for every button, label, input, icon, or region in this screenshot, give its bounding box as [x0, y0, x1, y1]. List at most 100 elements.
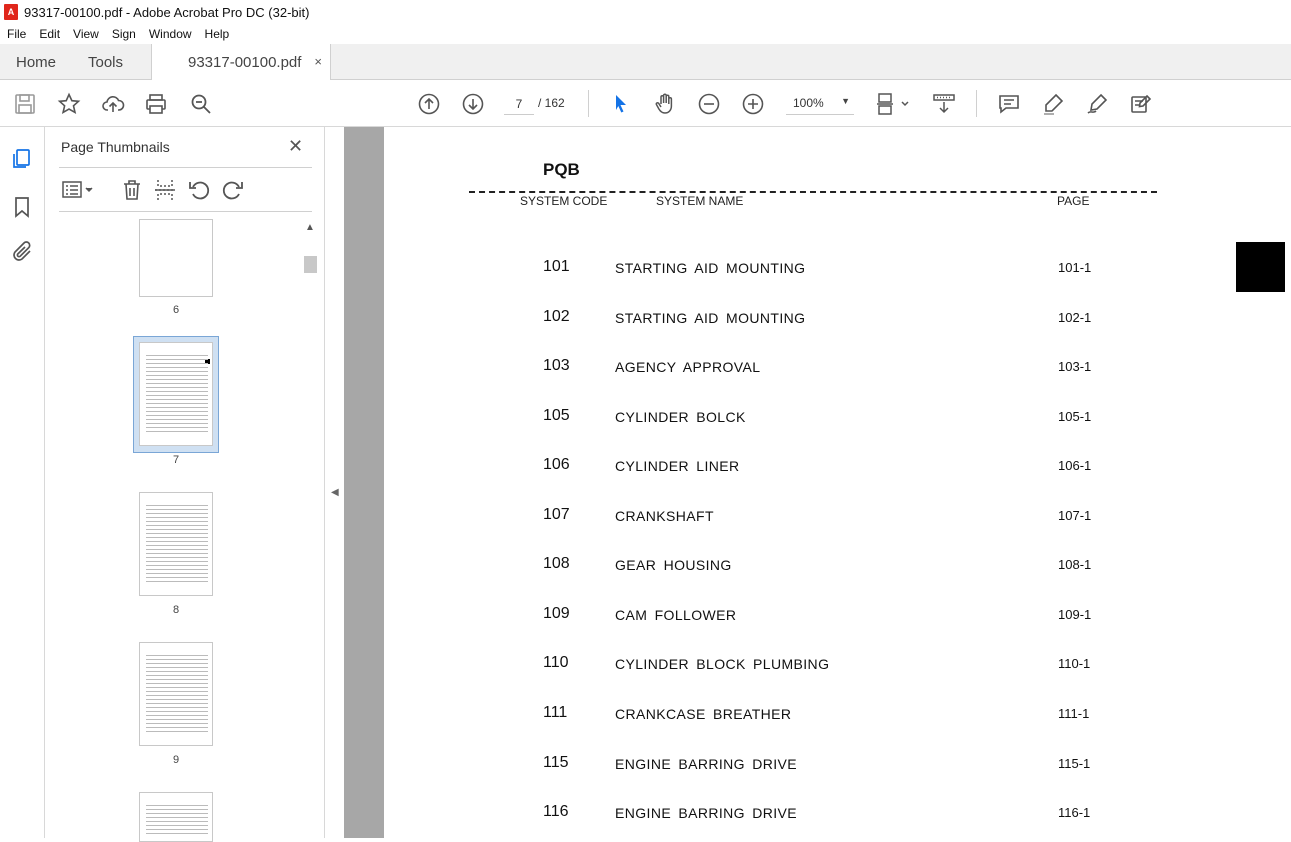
hand-tool-icon[interactable] [653, 92, 677, 116]
tab-bar: Home Tools 93317-00100.pdf × [0, 44, 1291, 80]
page-display-icon[interactable] [876, 92, 912, 116]
row-code: 107 [543, 505, 570, 523]
menu-file[interactable]: File [0, 27, 32, 41]
tab-tools[interactable]: Tools [88, 44, 123, 80]
menu-sign[interactable]: Sign [105, 27, 142, 41]
highlight-pen-icon[interactable] [1041, 92, 1065, 116]
row-code: 115 [543, 753, 569, 771]
table-row: 115 ENGINE BARRING DRIVE 115-1 [384, 754, 1291, 776]
row-code: 116 [543, 803, 569, 821]
close-panel-icon[interactable]: ✕ [288, 136, 303, 157]
table-row: 103 AGENCY APPROVAL 103-1 [384, 357, 1291, 379]
thumbnail-page-7[interactable] [139, 342, 213, 446]
comment-icon[interactable] [997, 92, 1021, 116]
row-page: 103-1 [1058, 359, 1092, 375]
print-icon[interactable] [144, 92, 168, 116]
document-page: PQB SYSTEM CODE SYSTEM NAME PAGE 101 STAR… [384, 127, 1291, 838]
row-name: CAM FOLLOWER [615, 606, 737, 623]
row-page: 108-1 [1058, 557, 1092, 573]
menu-edit[interactable]: Edit [32, 27, 66, 41]
previous-page-icon[interactable] [417, 92, 441, 116]
thumbnail-scrollbar[interactable]: ▲ [302, 219, 319, 838]
thumbnails-panel: Page Thumbnails ✕ 6 7 8 9 ▲ [45, 127, 325, 842]
row-page: 107-1 [1058, 507, 1092, 523]
extract-pages-icon[interactable] [153, 178, 177, 202]
document-gutter [344, 127, 384, 838]
scroll-up-icon[interactable]: ▲ [305, 222, 315, 233]
collapse-panel-handle[interactable]: ◀ [325, 127, 344, 838]
row-page: 110-1 [1058, 656, 1091, 672]
rotate-counterclockwise-icon[interactable] [187, 178, 211, 202]
zoom-out-icon[interactable] [697, 92, 721, 116]
row-name: ENGINE BARRING DRIVE [615, 755, 798, 772]
left-navigation-rail [0, 127, 45, 838]
page-number-input[interactable] [504, 93, 534, 115]
table-row: 102 STARTING AID MOUNTING 102-1 [384, 308, 1291, 330]
bookmark-star-icon[interactable] [57, 92, 81, 116]
table-row: 116 ENGINE BARRING DRIVE 116-1 [384, 803, 1291, 825]
page-total-label: / 162 [538, 96, 565, 110]
menu-view[interactable]: View [66, 27, 105, 41]
chevron-left-icon[interactable]: ◀ [331, 487, 339, 498]
thumbnail-label: 9 [172, 754, 180, 766]
thumbnail-label: 8 [172, 604, 180, 616]
tab-home[interactable]: Home [16, 44, 56, 80]
row-name: ENGINE BARRING DRIVE [615, 805, 798, 822]
select-cursor-icon[interactable] [609, 92, 633, 116]
toolbar-divider [588, 90, 589, 117]
scroll-mode-icon[interactable] [932, 92, 956, 116]
row-page: 102-1 [1058, 309, 1092, 325]
zoom-value: 100% [793, 96, 824, 110]
save-icon[interactable] [13, 92, 37, 116]
scrollbar-thumb[interactable] [304, 256, 317, 273]
row-code: 110 [543, 654, 569, 672]
rotate-clockwise-icon[interactable] [221, 178, 245, 202]
row-name: STARTING AID MOUNTING [615, 309, 806, 326]
fill-sign-icon[interactable] [1129, 92, 1153, 116]
thumbnail-page-8[interactable] [139, 492, 213, 596]
menu-help[interactable]: Help [198, 27, 236, 41]
close-tab-icon[interactable]: × [314, 54, 322, 69]
panel-title: Page Thumbnails [61, 139, 170, 155]
thumbnail-label: 7 [172, 454, 180, 466]
table-row: 110 CYLINDER BLOCK PLUMBING 110-1 [384, 654, 1291, 676]
dashed-rule [469, 191, 1157, 193]
delete-page-icon[interactable] [120, 178, 144, 202]
zoom-in-icon[interactable] [741, 92, 765, 116]
black-marker [1236, 242, 1285, 292]
tab-document[interactable]: 93317-00100.pdf × [151, 44, 331, 80]
page-thumbnails-icon[interactable] [10, 147, 34, 171]
row-name: AGENCY APPROVAL [615, 359, 761, 376]
panel-divider [59, 167, 312, 168]
attachments-icon[interactable] [10, 240, 34, 264]
row-page: 106-1 [1058, 458, 1092, 474]
column-header-page: PAGE [1057, 194, 1090, 208]
row-name: GEAR HOUSING [615, 557, 732, 574]
zoom-dropdown[interactable]: 100% ▼ [786, 93, 854, 115]
upload-cloud-icon[interactable] [101, 92, 125, 116]
row-name: CYLINDER BOLCK [615, 408, 746, 425]
find-icon[interactable] [189, 92, 213, 116]
thumbnail-page-6[interactable] [139, 219, 213, 297]
draw-signature-icon[interactable] [1085, 92, 1109, 116]
row-page: 115-1 [1058, 755, 1091, 771]
panel-divider [59, 211, 312, 212]
row-code: 103 [543, 357, 570, 375]
column-header-name: SYSTEM NAME [656, 194, 744, 208]
thumbnail-page-9[interactable] [139, 642, 213, 746]
row-name: CRANKCASE BREATHER [615, 705, 792, 722]
table-row: 105 CYLINDER BOLCK 105-1 [384, 407, 1291, 429]
table-row: 108 GEAR HOUSING 108-1 [384, 555, 1291, 577]
options-menu-icon[interactable] [61, 178, 95, 202]
thumbnail-page-10[interactable] [139, 792, 213, 842]
thumbnail-label: 6 [172, 304, 180, 316]
table-row: 101 STARTING AID MOUNTING 101-1 [384, 258, 1291, 280]
row-name: CYLINDER BLOCK PLUMBING [615, 656, 830, 673]
row-code: 111 [543, 703, 568, 721]
next-page-icon[interactable] [461, 92, 485, 116]
row-page: 109-1 [1058, 606, 1092, 622]
menu-window[interactable]: Window [142, 27, 198, 41]
row-code: 108 [543, 555, 570, 573]
table-row: 109 CAM FOLLOWER 109-1 [384, 605, 1291, 627]
bookmarks-icon[interactable] [10, 195, 34, 219]
